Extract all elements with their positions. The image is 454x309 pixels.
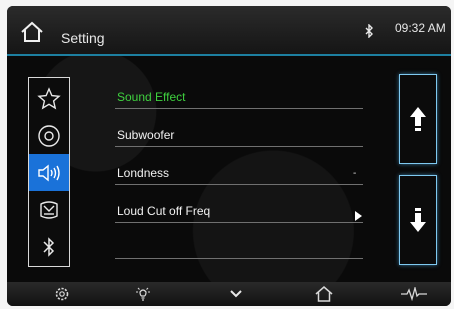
home-icon [315, 286, 333, 302]
audio-eq-button[interactable] [401, 286, 427, 302]
bluetooth-icon [43, 236, 55, 257]
brightness-icon [136, 287, 150, 301]
collapse-button[interactable] [229, 286, 243, 302]
tab-favorites[interactable] [29, 80, 69, 117]
row-divider [115, 258, 363, 259]
loudness-value: - [353, 168, 357, 179]
tab-vehicle[interactable] [29, 191, 69, 228]
star-icon [37, 86, 61, 109]
settings-button[interactable] [54, 286, 70, 302]
tab-sound[interactable] [29, 154, 69, 191]
header-divider [7, 54, 451, 56]
bluetooth-status [364, 23, 374, 39]
tab-bluetooth[interactable] [29, 228, 69, 265]
settings-icon [55, 287, 69, 301]
row-divider [115, 184, 363, 185]
menu-item-loudness[interactable]: Londness [117, 166, 169, 180]
scroll-down-button[interactable] [399, 175, 437, 265]
row-divider [115, 108, 363, 109]
clock: 09:32 AM [395, 21, 446, 35]
home-icon [21, 21, 43, 42]
top-bar: Setting 09:32 AM [7, 6, 451, 54]
car-icon [40, 200, 58, 219]
brightness-button[interactable] [135, 286, 151, 302]
disc-icon [38, 124, 60, 147]
scroll-up-button[interactable] [399, 74, 437, 164]
waveform-icon [401, 287, 427, 301]
submenu-arrow-icon[interactable] [354, 208, 362, 226]
bluetooth-icon [365, 23, 373, 39]
menu-item-loud-cut-off-freq[interactable]: Loud Cut off Freq [117, 204, 210, 218]
bottom-bar [7, 282, 451, 306]
play-arrow-icon [355, 211, 362, 221]
home-button[interactable] [19, 20, 45, 44]
arrow-up-icon [410, 107, 426, 131]
page-title: Setting [61, 30, 105, 46]
tab-disc[interactable] [29, 117, 69, 154]
menu-item-subwoofer[interactable]: Subwoofer [117, 128, 174, 142]
menu-item-sound-effect[interactable]: Sound Effect [117, 90, 186, 104]
row-divider [115, 222, 363, 223]
chevron-down-icon [230, 290, 242, 298]
category-tabs [28, 77, 70, 267]
row-divider [115, 146, 363, 147]
arrow-down-icon [410, 208, 426, 232]
home-nav-button[interactable] [313, 286, 335, 302]
settings-screen: Setting 09:32 AM Sound Effect Subwoofer … [7, 6, 451, 306]
speaker-icon [38, 164, 60, 181]
